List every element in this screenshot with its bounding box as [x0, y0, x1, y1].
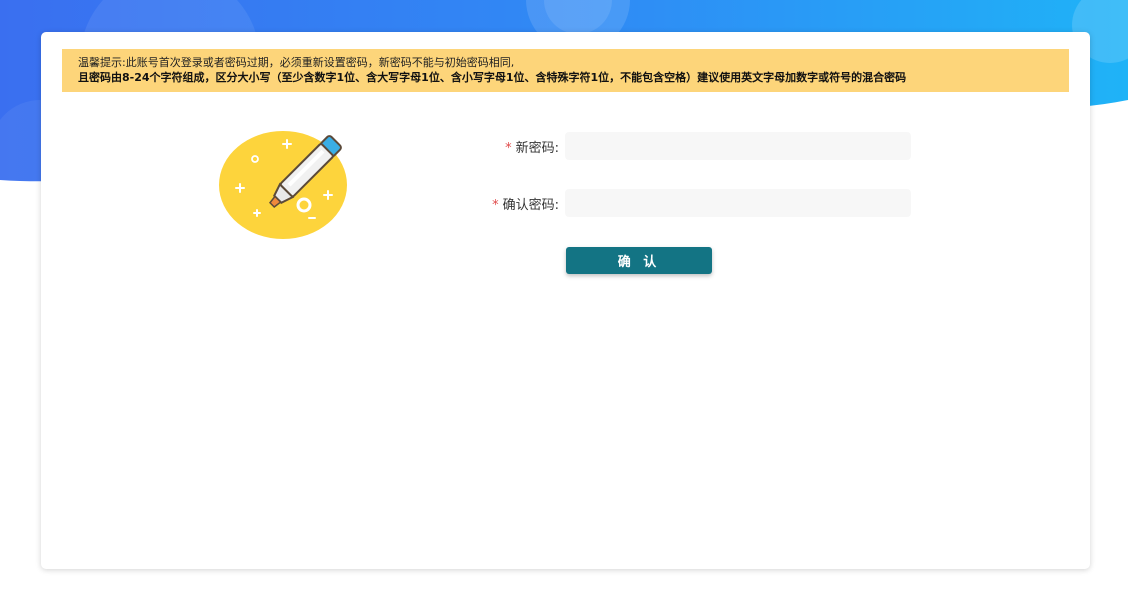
required-mark: *: [492, 197, 499, 213]
notice-banner: 温馨提示:此账号首次登录或者密码过期，必须重新设置密码，新密码不能与初始密码相同…: [62, 49, 1069, 92]
confirm-password-row: * 确认密码:: [459, 188, 911, 218]
password-reset-card: 温馨提示:此账号首次登录或者密码过期，必须重新设置密码，新密码不能与初始密码相同…: [41, 32, 1090, 569]
notice-line-2: 且密码由8-24个字符组成，区分大小写（至少含数字1位、含大写字母1位、含小写字…: [78, 71, 907, 84]
new-password-input[interactable]: [565, 132, 911, 160]
confirm-password-input[interactable]: [565, 189, 911, 217]
confirm-button[interactable]: 确 认: [566, 247, 712, 274]
confirm-password-label-text: 确认密码:: [502, 197, 559, 213]
new-password-label: * 新密码:: [459, 137, 565, 156]
new-password-row: * 新密码:: [459, 131, 911, 161]
required-mark: *: [505, 140, 512, 156]
new-password-label-text: 新密码:: [515, 140, 559, 156]
highlighter-pen-icon: [219, 128, 359, 243]
notice-line-1: 温馨提示:此账号首次登录或者密码过期，必须重新设置密码，新密码不能与初始密码相同…: [78, 56, 515, 69]
confirm-password-label: * 确认密码:: [459, 194, 565, 213]
